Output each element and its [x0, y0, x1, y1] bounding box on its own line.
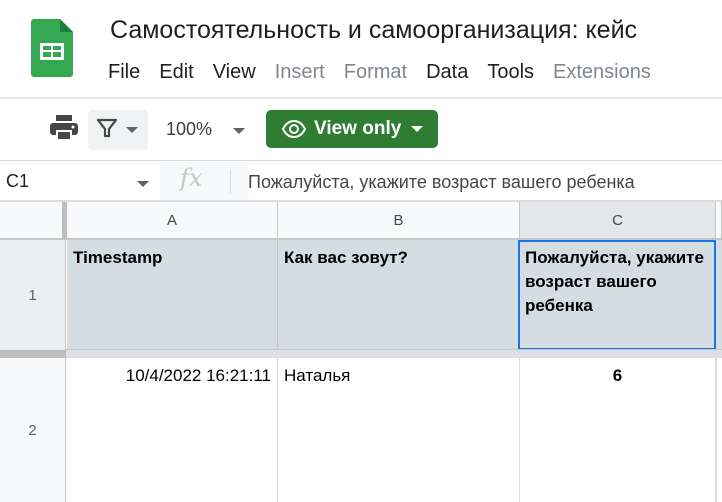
freeze-handle-row[interactable]: [0, 350, 66, 358]
freeze-bar-row[interactable]: [0, 350, 722, 358]
menu-format[interactable]: Format: [344, 61, 407, 84]
cell-d2[interactable]: [716, 358, 722, 502]
menu-extensions[interactable]: Extensions: [553, 61, 651, 84]
menu-file[interactable]: File: [108, 61, 140, 84]
cell-b2[interactable]: Наталья: [278, 358, 520, 502]
view-only-label: View only: [314, 118, 402, 139]
sheets-logo-icon[interactable]: [31, 19, 73, 77]
formula-separator: [230, 170, 231, 194]
cell-b1[interactable]: Как вас зовут?: [278, 240, 520, 350]
cell-c2[interactable]: 6: [520, 358, 716, 502]
column-header-b[interactable]: B: [278, 202, 520, 239]
fx-area: [160, 162, 248, 200]
column-header-d[interactable]: [716, 202, 722, 239]
chevron-down-icon: [411, 126, 424, 132]
menu-tools[interactable]: Tools: [487, 61, 534, 84]
cell-a1[interactable]: Timestamp: [67, 240, 278, 350]
toolbar-divider: [0, 160, 722, 161]
select-all-corner[interactable]: [0, 202, 62, 239]
filter-button[interactable]: [88, 110, 148, 150]
formula-input[interactable]: Пожалуйста, укажите возраст вашего ребен…: [248, 172, 635, 193]
row-header-2[interactable]: 2: [0, 358, 66, 502]
fx-icon: fx: [180, 164, 203, 192]
column-header-a[interactable]: A: [67, 202, 278, 239]
row-header-1[interactable]: 1: [0, 240, 66, 350]
menu-data[interactable]: Data: [426, 61, 468, 84]
name-box-chevron-down-icon[interactable]: [137, 181, 149, 187]
zoom-select[interactable]: 100%: [166, 119, 212, 140]
chevron-down-icon: [126, 127, 138, 133]
zoom-chevron-down-icon[interactable]: [233, 128, 245, 134]
cell-c1-selected[interactable]: Пожалуйста, укажите возраст вашего ребен…: [518, 240, 716, 350]
printer-icon: [50, 114, 78, 146]
filter-icon: [96, 117, 118, 144]
column-header-c[interactable]: C: [520, 202, 716, 239]
view-only-button[interactable]: View only: [266, 110, 438, 148]
print-button[interactable]: [48, 114, 80, 146]
menu-view[interactable]: View: [213, 61, 256, 84]
cell-d1[interactable]: [716, 240, 722, 350]
eye-icon: [282, 120, 306, 138]
document-title[interactable]: Самостоятельность и самоорганизация: кей…: [110, 16, 637, 45]
cell-a2[interactable]: 10/4/2022 16:21:11: [67, 358, 278, 502]
name-box[interactable]: C1: [6, 171, 29, 192]
menu-bar: File Edit View Insert Format Data Tools …: [108, 61, 670, 84]
menu-insert[interactable]: Insert: [275, 61, 325, 84]
menu-edit[interactable]: Edit: [159, 61, 193, 84]
header-divider: [0, 97, 722, 99]
